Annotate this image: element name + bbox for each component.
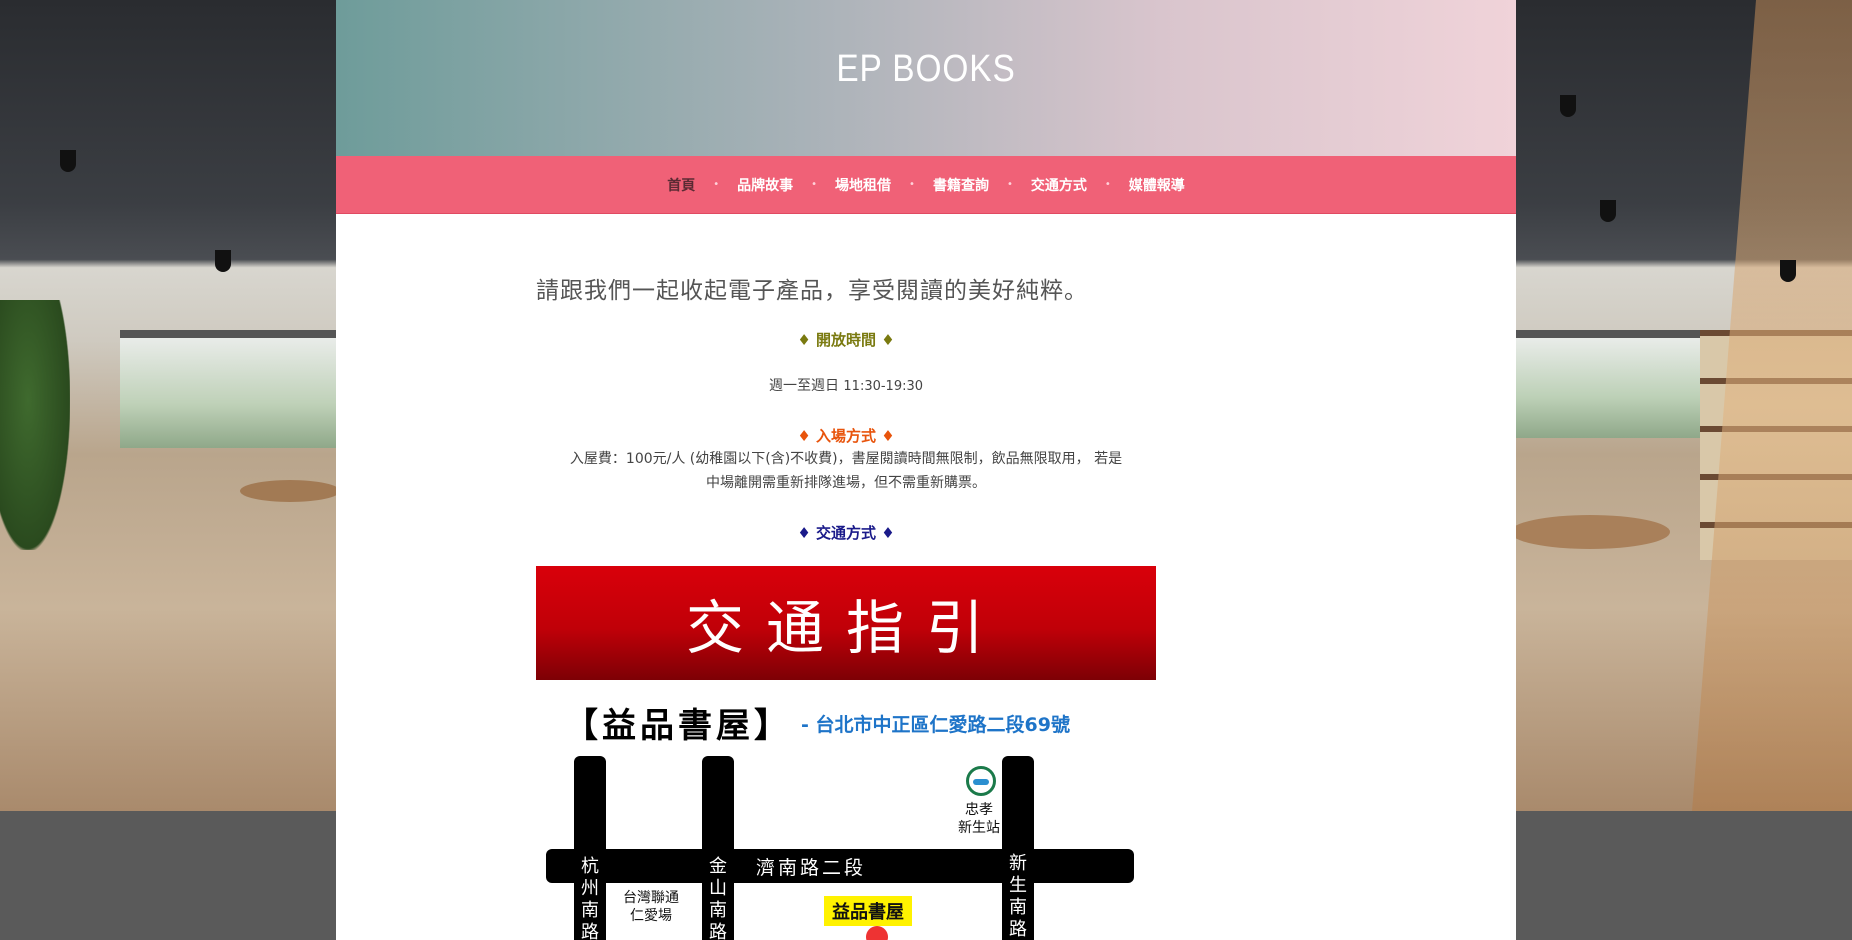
hours-time: 11:30-19:30 <box>843 379 924 394</box>
nav-item-brand-story[interactable]: 品牌故事 <box>719 175 811 195</box>
header-banner: EP BOOKS <box>336 0 1516 156</box>
ceiling-lamp <box>1600 200 1616 222</box>
site-title[interactable]: EP BOOKS <box>407 48 1445 91</box>
hours-days: 週一至週日 <box>768 378 839 394</box>
page-container: EP BOOKS 首頁 • 品牌故事 • 場地租借 • 書籍查詢 • 交通方式 … <box>336 0 1516 940</box>
map-pin-icon <box>866 926 888 940</box>
nav-item-venue-rental[interactable]: 場地租借 <box>817 175 909 195</box>
admission-line-1: 入屋費：100元/人 (幼稚園以下(含)不收費)，書屋閱讀時間無限制，飲品無限取… <box>569 451 1123 467</box>
hours-heading: ♦ 開放時間 ♦ <box>797 331 895 349</box>
nav-item-media[interactable]: 媒體報導 <box>1111 175 1203 195</box>
ceiling-lamp <box>215 250 231 272</box>
tagline: 請跟我們一起收起電子產品，享受閱讀的美好純粹。 <box>536 278 1088 304</box>
cafe-table <box>1510 515 1670 549</box>
main-nav: 首頁 • 品牌故事 • 場地租借 • 書籍查詢 • 交通方式 • 媒體報導 <box>336 156 1516 214</box>
nav-item-transportation[interactable]: 交通方式 <box>1013 175 1105 195</box>
guide-banner: 交通指引 <box>536 566 1156 680</box>
guide-address: - 台北市中正區仁愛路二段69號 <box>801 714 1070 736</box>
road-label-jinan: 濟南路二段 <box>756 857 867 879</box>
ceiling-lamp <box>1780 260 1796 282</box>
cafe-window <box>1516 330 1706 438</box>
mrt-station-label: 忠孝 新生站 <box>958 802 1000 836</box>
guide-store-name: 【益品書屋】 <box>564 706 792 746</box>
hours-text: 週一至週日 11:30-19:30 <box>536 374 1156 399</box>
transport-guide-image: 交通指引 【益品書屋】 - 台北市中正區仁愛路二段69號 杭州南路 金山南路 新… <box>536 566 1156 940</box>
cafe-table <box>240 480 340 502</box>
road-label-xinsheng: 新生南路 <box>1009 853 1027 940</box>
cafe-window <box>120 330 340 448</box>
nav-item-book-search[interactable]: 書籍查詢 <box>915 175 1007 195</box>
admission-line-2: 中場離開需重新排隊進場，但不需重新購票。 <box>706 475 986 491</box>
admission-text: 入屋費：100元/人 (幼稚園以下(含)不收費)，書屋閱讀時間無限制，飲品無限取… <box>536 447 1156 495</box>
store-location-tag: 益品書屋 <box>824 896 912 926</box>
transport-heading: ♦ 交通方式 ♦ <box>797 524 895 542</box>
nav-item-home[interactable]: 首頁 <box>649 175 713 195</box>
mrt-station-icon <box>966 766 996 796</box>
plant <box>0 300 70 550</box>
landmark-label: 台灣聯通 仁愛場 <box>623 890 679 924</box>
guide-banner-title: 交通指引 <box>685 594 1006 662</box>
admission-heading: ♦ 入場方式 ♦ <box>797 427 895 445</box>
road-label-jinshan: 金山南路 <box>709 856 727 940</box>
road-label-hangzhou: 杭州南路 <box>581 856 599 940</box>
ceiling-lamp <box>1560 95 1576 117</box>
ceiling-lamp <box>60 150 76 172</box>
